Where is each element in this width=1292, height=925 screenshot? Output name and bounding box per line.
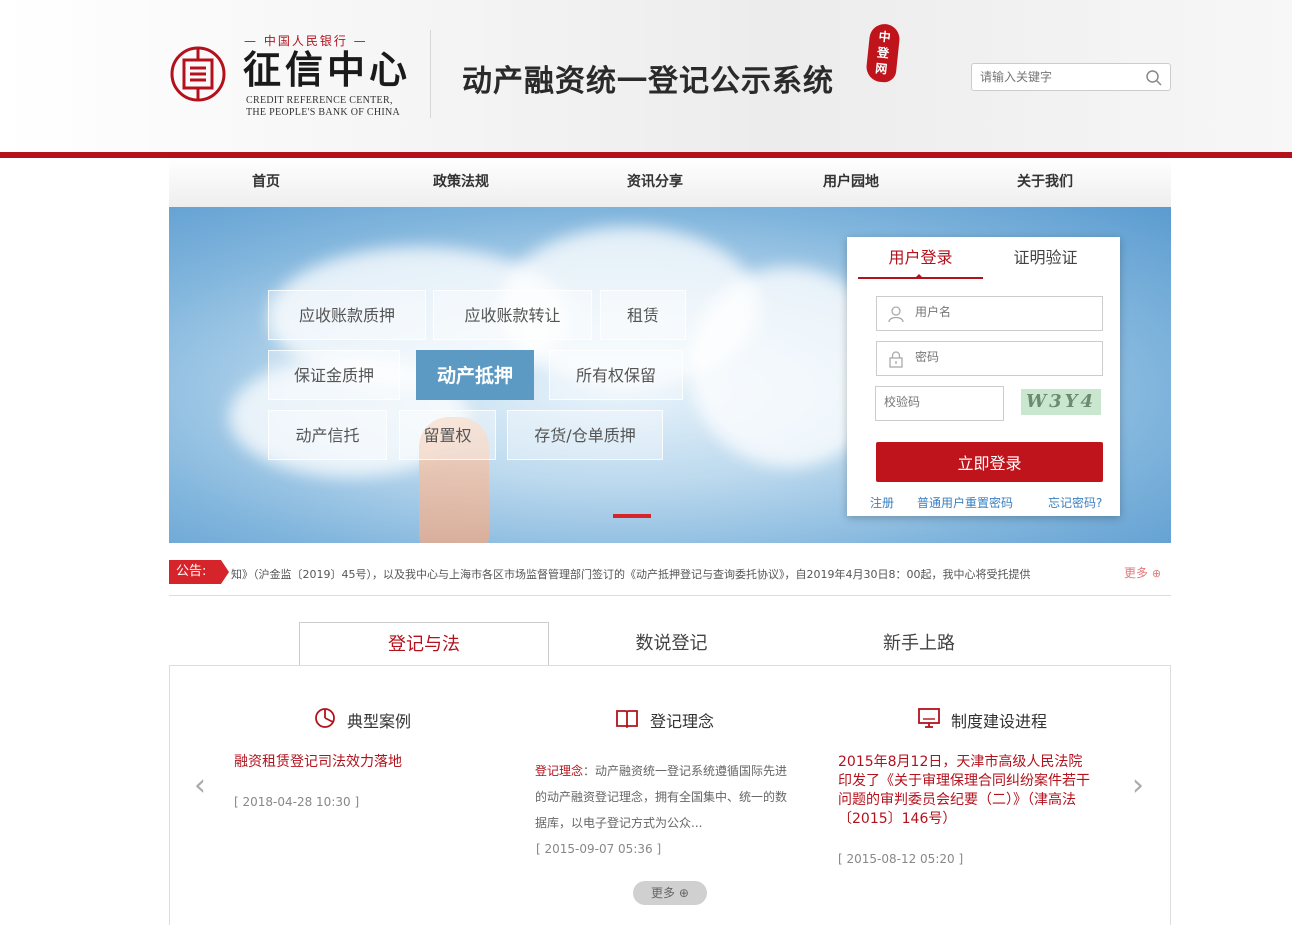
case-article-date: [ 2018-04-28 10:30 ] xyxy=(234,795,360,809)
column-title-cases: 典型案例 xyxy=(347,712,412,731)
password-input[interactable] xyxy=(915,350,1085,364)
reset-password-link[interactable]: 普通用户重置密码 xyxy=(917,494,1013,511)
zhongdeng-badge: 中 登 网 xyxy=(865,22,901,84)
nav-item-policy[interactable]: 政策法规 xyxy=(433,158,489,207)
plus-circle-icon: ⊕ xyxy=(678,886,689,900)
login-submit-button[interactable]: 立即登录 xyxy=(876,442,1103,482)
concept-description[interactable]: 登记理念：动产融资统一登记系统遵循国际先进的动产融资登记理念，拥有全国集中、统一… xyxy=(535,758,789,836)
monitor-icon xyxy=(918,708,940,728)
tab-certificate-verify[interactable]: 证明验证 xyxy=(983,237,1108,279)
concept-highlight: 登记理念 xyxy=(535,764,584,778)
tag-title-retention[interactable]: 所有权保留 xyxy=(549,350,683,400)
system-title: 动产融资统一登记公示系统 xyxy=(462,64,834,99)
login-panel: 用户登录 证明验证 W3Y4 立即登录 注册 普通用户重置密码 忘记密码? xyxy=(847,237,1120,516)
nav-item-home[interactable]: 首页 xyxy=(252,158,280,207)
nav-item-news[interactable]: 资讯分享 xyxy=(627,158,683,207)
logo-english-line2: THE PEOPLE'S BANK OF CHINA xyxy=(246,107,401,118)
nav-item-users[interactable]: 用户园地 xyxy=(823,158,879,207)
carousel-indicator[interactable] xyxy=(613,514,651,518)
tab-user-login[interactable]: 用户登录 xyxy=(858,237,983,279)
username-field xyxy=(876,296,1103,331)
column-title-concept: 登记理念 xyxy=(650,712,715,731)
register-link[interactable]: 注册 xyxy=(870,494,894,511)
announcement-more-link[interactable]: 更多 ⊕ xyxy=(1124,564,1161,581)
header-divider xyxy=(430,30,431,118)
concept-date: [ 2015-09-07 05:36 ] xyxy=(536,842,662,856)
tag-chattel-trust[interactable]: 动产信托 xyxy=(268,410,387,460)
progress-article-link[interactable]: 2015年8月12日，天津市高级人民法院印发了《关于审理保理合同纠纷案件若干问题… xyxy=(838,753,1094,829)
captcha-image[interactable]: W3Y4 xyxy=(1021,389,1101,415)
tag-receivables-transfer[interactable]: 应收账款转让 xyxy=(433,290,592,340)
tag-margin-pledge[interactable]: 保证金质押 xyxy=(268,350,400,400)
tag-receivables-pledge[interactable]: 应收账款质押 xyxy=(268,290,426,340)
tag-lease[interactable]: 租赁 xyxy=(600,290,686,340)
open-book-icon xyxy=(616,710,638,729)
more-button-label: 更多 xyxy=(651,886,676,900)
search-box xyxy=(971,63,1171,91)
more-label: 更多 xyxy=(1124,566,1149,580)
case-article-link[interactable]: 融资租赁登记司法效力落地 xyxy=(234,753,402,772)
captcha-input[interactable] xyxy=(884,395,994,409)
tag-inventory-pledge[interactable]: 存货/仓单质押 xyxy=(507,410,663,460)
username-input[interactable] xyxy=(915,305,1085,319)
logo-english-line1: CREDIT REFERENCE CENTER, xyxy=(246,95,393,106)
nav-item-about[interactable]: 关于我们 xyxy=(1017,158,1073,207)
main-nav: 首页 政策法规 资讯分享 用户园地 关于我们 xyxy=(169,158,1171,207)
announcement-bar: 公告: 知》（沪金监〔2019〕45号），以及我中心与上海市各区市场监督管理部门… xyxy=(169,556,1171,596)
plus-circle-icon: ⊕ xyxy=(1151,567,1162,580)
column-title-system-progress: 制度建设进程 xyxy=(951,712,1048,731)
more-button[interactable]: 更多 ⊕ xyxy=(633,881,707,905)
next-arrow-icon[interactable]: › xyxy=(1132,768,1144,803)
lock-icon xyxy=(889,351,903,368)
prev-arrow-icon[interactable]: ‹ xyxy=(194,768,206,803)
captcha-field xyxy=(875,386,1004,421)
tab-registration-data[interactable]: 数说登记 xyxy=(549,622,794,666)
tag-chattel-mortgage[interactable]: 动产抵押 xyxy=(416,350,534,400)
announcement-label: 公告: xyxy=(169,560,229,584)
tag-lien[interactable]: 留置权 xyxy=(399,410,496,460)
announcement-text[interactable]: 知》（沪金监〔2019〕45号），以及我中心与上海市各区市场监督管理部门签订的《… xyxy=(231,566,1111,582)
pie-chart-icon xyxy=(315,708,335,728)
forgot-password-link[interactable]: 忘记密码? xyxy=(1048,494,1102,511)
tab-registration-law[interactable]: 登记与法 xyxy=(299,622,549,666)
search-input[interactable] xyxy=(980,68,1140,86)
password-field xyxy=(876,341,1103,376)
user-icon xyxy=(888,306,904,323)
site-header: — 中国人民银行 — 征信中心 CREDIT REFERENCE CENTER,… xyxy=(0,0,1292,152)
content-tabs: 登记与法 数说登记 新手上路 xyxy=(169,622,1171,666)
search-icon[interactable] xyxy=(1145,69,1163,87)
logo-title: 征信中心 xyxy=(243,47,412,92)
seal-logo-icon xyxy=(170,46,226,102)
badge-char: 网 xyxy=(874,61,889,77)
progress-article-date: [ 2015-08-12 05:20 ] xyxy=(838,852,964,866)
tab-beginners-guide[interactable]: 新手上路 xyxy=(794,622,1044,666)
